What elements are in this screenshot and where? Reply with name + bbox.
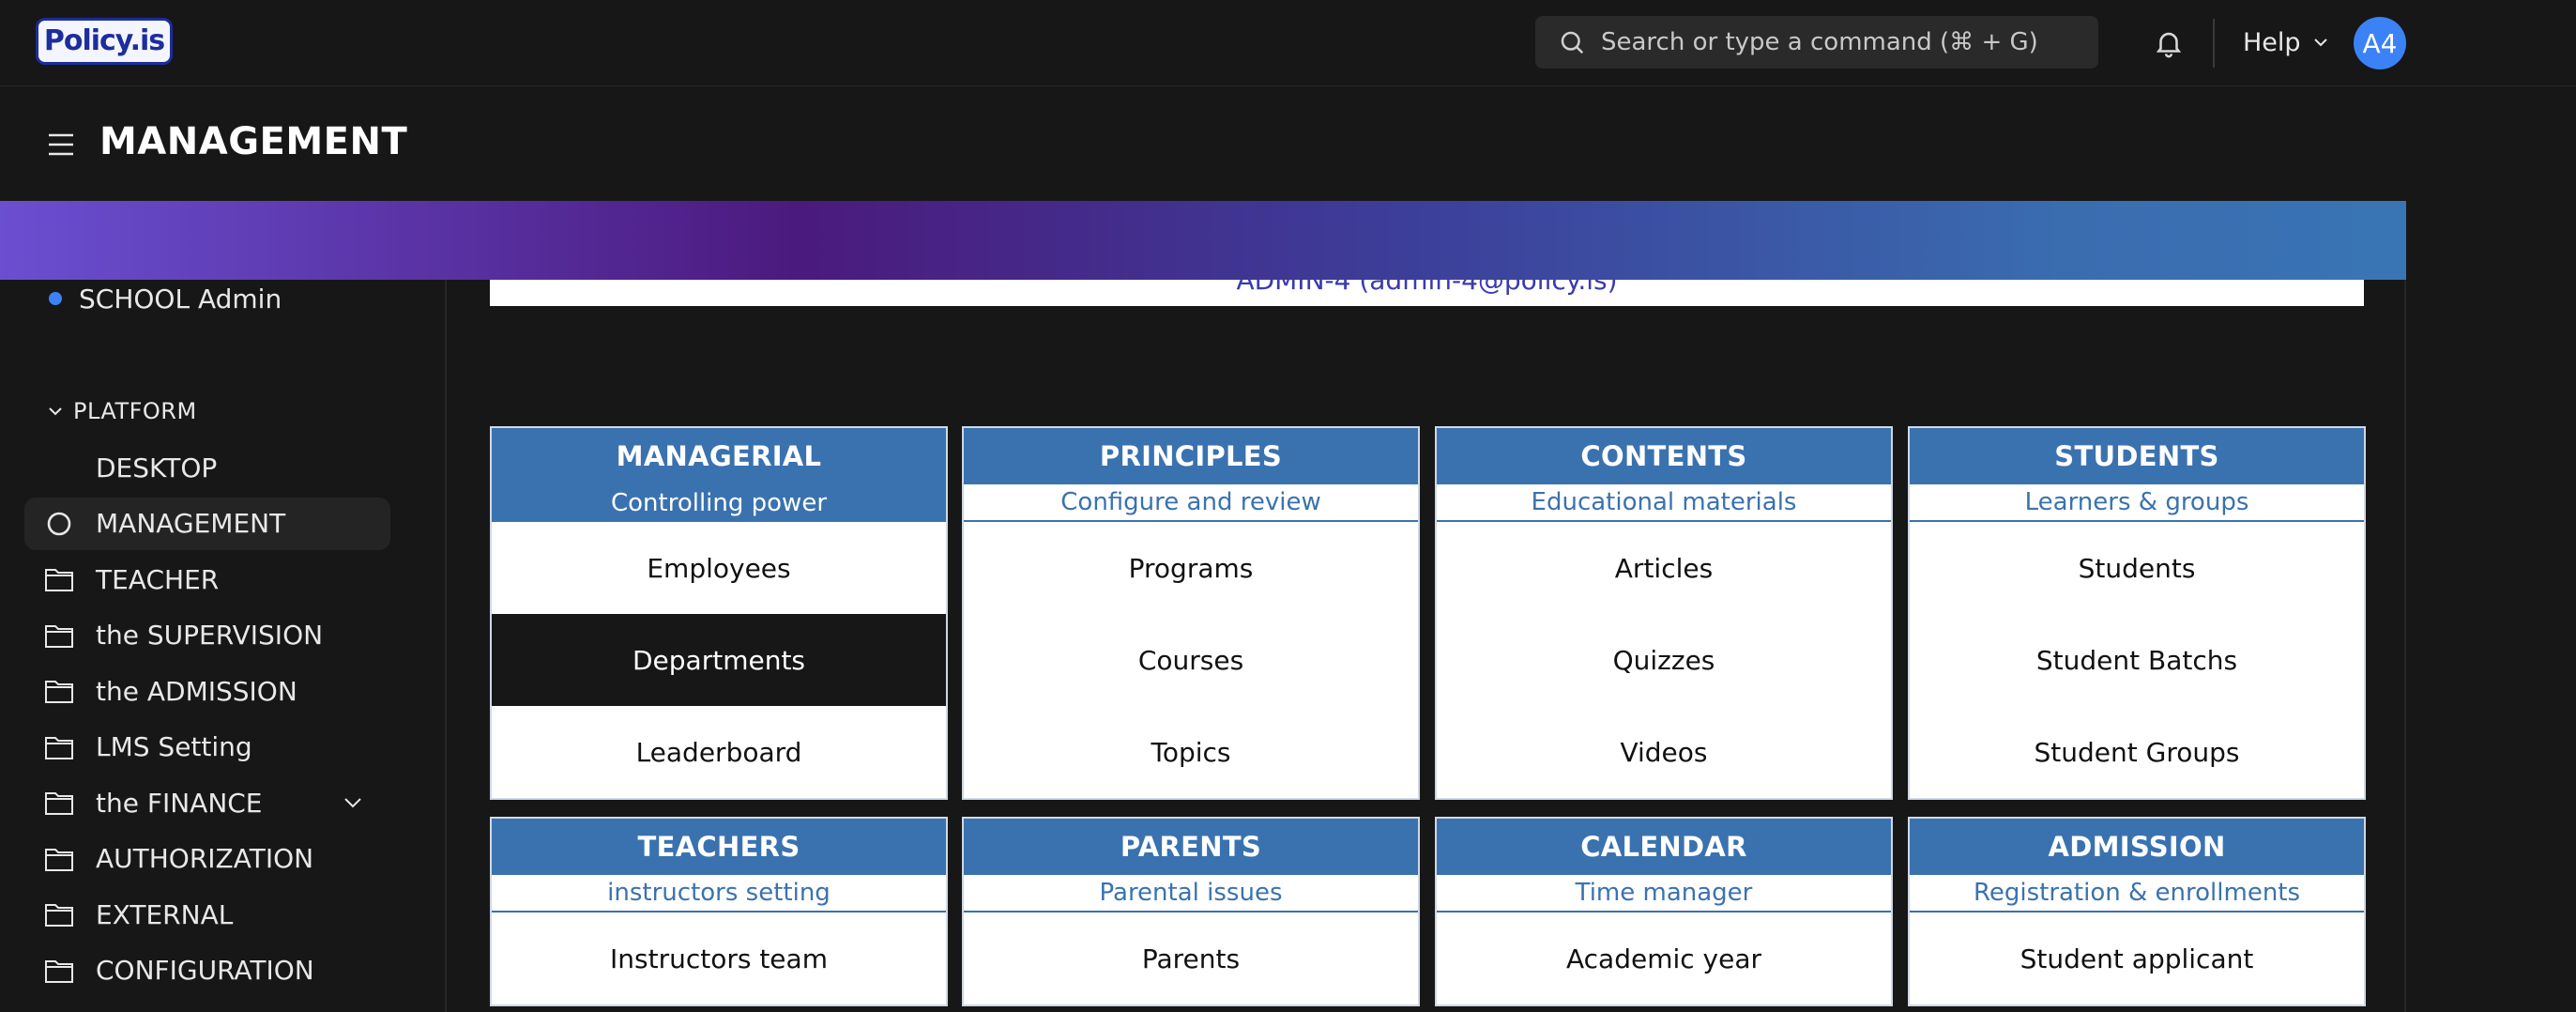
sidebar-item-authorization[interactable]: AUTHORIZATION	[24, 833, 390, 885]
folder-icon	[45, 904, 73, 927]
card-link-videos[interactable]: Videos	[1437, 706, 1891, 798]
card-students: STUDENTS Learners & groups Students Stud…	[1908, 426, 2366, 800]
card-link-topics[interactable]: Topics	[964, 706, 1418, 798]
bell-icon[interactable]	[2153, 26, 2185, 60]
help-label: Help	[2243, 27, 2301, 57]
chevron-down-icon	[2313, 38, 2327, 47]
card-link-instructors-team[interactable]: Instructors team	[492, 912, 946, 1004]
card-title[interactable]: PARENTS	[964, 819, 1418, 875]
sidebar-item-label: CONFIGURATION	[96, 955, 314, 986]
circle-icon	[47, 512, 71, 535]
card-title[interactable]: ADMISSION	[1910, 819, 2364, 875]
sidebar-item-label: EXTERNAL	[96, 898, 234, 930]
search-bar[interactable]	[1535, 16, 2098, 69]
gradient-banner	[0, 201, 2576, 280]
folder-icon	[45, 624, 73, 648]
sidebar-item-configuration[interactable]: CONFIGURATION	[24, 944, 390, 997]
card-title[interactable]: MANAGERIAL	[492, 428, 946, 484]
card-link-student-groups[interactable]: Student Groups	[1910, 706, 2364, 798]
card-admission: ADMISSION Registration & enrollments Stu…	[1908, 817, 2366, 1006]
card-title[interactable]: STUDENTS	[1910, 428, 2364, 484]
card-title[interactable]: TEACHERS	[492, 819, 946, 875]
sidebar-item-finance[interactable]: the FINANCE	[24, 776, 390, 829]
main-content: ADMIN-4 (admin-4@policy.is) MANAGERIAL C…	[447, 280, 2406, 1012]
card-title[interactable]: CALENDAR	[1437, 819, 1891, 875]
card-link-students[interactable]: Students	[1910, 522, 2364, 614]
search-icon	[1561, 31, 1584, 54]
page-title: MANAGEMENT	[99, 120, 408, 163]
folder-icon	[45, 959, 73, 983]
folder-icon	[45, 736, 73, 759]
card-subtitle: Controlling power	[492, 484, 946, 522]
card-principles: PRINCIPLES Configure and review Programs…	[962, 426, 1420, 800]
card-parents: PARENTS Parental issues Parents	[962, 817, 1420, 1006]
card-subtitle: instructors setting	[492, 875, 946, 912]
card-subtitle: Learners & groups	[1910, 484, 2364, 522]
sidebar-item-desktop[interactable]: DESKTOP	[24, 441, 390, 494]
sidebar: SCHOOL Admin PLATFORM DESKTOP MANAGEMENT…	[0, 280, 447, 1012]
sidebar-item-management[interactable]: MANAGEMENT	[24, 497, 390, 550]
card-link-leaderboard[interactable]: Leaderboard	[492, 706, 946, 798]
card-calendar: CALENDAR Time manager Academic year	[1435, 817, 1893, 1006]
chevron-down-icon	[49, 407, 62, 416]
school-label: SCHOOL Admin	[79, 283, 282, 314]
card-teachers: TEACHERS instructors setting Instructors…	[490, 817, 948, 1006]
help-dropdown[interactable]: Help	[2243, 25, 2329, 59]
card-subtitle: Time manager	[1437, 875, 1891, 912]
account-line: ADMIN-4 (admin-4@policy.is)	[1236, 280, 1618, 296]
card-managerial: MANAGERIAL Controlling power Employees D…	[490, 426, 948, 800]
chevron-down-icon[interactable]	[342, 795, 364, 810]
right-gutter	[2406, 86, 2576, 1012]
sidebar-item-label: the FINANCE	[96, 787, 263, 819]
card-link-parents[interactable]: Parents	[964, 912, 1418, 1004]
sidebar-nav: DESKTOP MANAGEMENT TEACHER the SUPERVISI…	[24, 441, 390, 1000]
card-link-departments[interactable]: Departments	[492, 614, 946, 706]
sidebar-item-label: MANAGEMENT	[96, 508, 286, 539]
school-selector[interactable]: SCHOOL Admin	[49, 280, 282, 317]
card-link-articles[interactable]: Articles	[1437, 522, 1891, 614]
card-subtitle: Configure and review	[964, 484, 1418, 522]
sidebar-item-lms-setting[interactable]: LMS Setting	[24, 721, 390, 774]
card-title[interactable]: CONTENTS	[1437, 428, 1891, 484]
card-link-student-batchs[interactable]: Student Batchs	[1910, 614, 2364, 706]
card-link-quizzes[interactable]: Quizzes	[1437, 614, 1891, 706]
sidebar-item-label: the SUPERVISION	[96, 620, 324, 651]
card-link-academic-year[interactable]: Academic year	[1437, 912, 1891, 1004]
card-contents: CONTENTS Educational materials Articles …	[1435, 426, 1893, 800]
folder-icon	[45, 848, 73, 871]
sidebar-section-platform[interactable]: PLATFORM	[47, 398, 197, 424]
page-header: MANAGEMENT	[0, 86, 2576, 201]
folder-icon	[45, 792, 73, 815]
card-subtitle: Educational materials	[1437, 484, 1891, 522]
card-link-student-applicant[interactable]: Student applicant	[1910, 912, 2364, 1004]
sidebar-item-teacher[interactable]: TEACHER	[24, 553, 390, 606]
search-input[interactable]	[1601, 28, 2089, 56]
sidebar-item-label: AUTHORIZATION	[96, 843, 314, 874]
logo-text: Policy.is	[35, 18, 174, 65]
user-avatar[interactable]: A4	[2354, 17, 2406, 69]
folder-icon	[45, 681, 73, 703]
sidebar-item-supervision[interactable]: the SUPERVISION	[24, 609, 390, 662]
status-dot	[49, 292, 62, 305]
avatar-initials: A4	[2362, 27, 2398, 59]
card-link-programs[interactable]: Programs	[964, 522, 1418, 614]
app-logo[interactable]: Policy.is	[35, 18, 174, 65]
card-subtitle: Parental issues	[964, 875, 1418, 912]
sidebar-item-label: LMS Setting	[96, 731, 252, 762]
card-link-courses[interactable]: Courses	[964, 614, 1418, 706]
account-bar: ADMIN-4 (admin-4@policy.is)	[490, 280, 2364, 306]
folder-icon	[45, 569, 73, 591]
card-subtitle: Registration & enrollments	[1910, 875, 2364, 912]
card-link-employees[interactable]: Employees	[492, 522, 946, 614]
sidebar-item-admission[interactable]: the ADMISSION	[24, 665, 390, 717]
card-title[interactable]: PRINCIPLES	[964, 428, 1418, 484]
sidebar-item-label: the ADMISSION	[96, 675, 297, 707]
sidebar-item-label: TEACHER	[96, 563, 220, 595]
section-label: PLATFORM	[73, 398, 197, 424]
navbar-divider	[2213, 19, 2215, 68]
top-navbar: Policy.is Help A4	[0, 0, 2576, 86]
sidebar-item-external[interactable]: EXTERNAL	[24, 888, 390, 941]
sidebar-item-label: DESKTOP	[96, 452, 218, 483]
hamburger-menu-icon[interactable]	[47, 131, 75, 158]
